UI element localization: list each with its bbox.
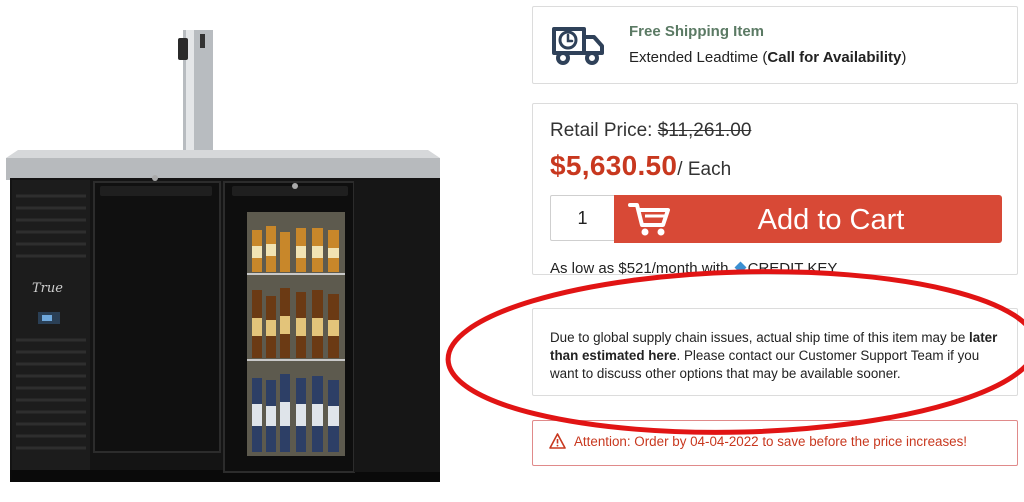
add-to-cart-label: Add to Cart bbox=[757, 204, 905, 236]
quantity-input[interactable] bbox=[550, 195, 614, 241]
price-increase-alert: Attention: Order by 04-04-2022 to save b… bbox=[532, 420, 1018, 466]
shipping-leadtime: Extended Leadtime (Call for Availability… bbox=[629, 49, 907, 66]
credit-key-icon bbox=[734, 261, 747, 274]
retail-price: Retail Price: $11,261.00 bbox=[550, 120, 752, 141]
supply-chain-notice: Due to global supply chain issues, actua… bbox=[532, 308, 1018, 396]
notice-text: Due to global supply chain issues, actua… bbox=[550, 330, 998, 381]
sale-price: $5,630.50 bbox=[550, 150, 678, 181]
price-unit: / Each bbox=[677, 159, 732, 180]
add-to-cart-button[interactable]: Add to Cart bbox=[614, 195, 1002, 243]
brand-logo: True bbox=[32, 281, 63, 296]
shipping-title: Free Shipping Item bbox=[629, 23, 765, 40]
delivery-truck-clock-icon bbox=[552, 27, 604, 65]
product-image[interactable]: True bbox=[0, 0, 450, 502]
retail-price-value: $11,261.00 bbox=[657, 120, 752, 141]
front-vents bbox=[12, 180, 90, 470]
shipping-info-card: Free Shipping Item Extended Leadtime (Ca… bbox=[532, 6, 1018, 84]
price-card: Retail Price: $11,261.00 $5,630.50/ Each… bbox=[532, 103, 1018, 277]
warning-triangle-icon bbox=[549, 433, 566, 449]
credit-key-label: CREDIT KEY bbox=[747, 260, 838, 277]
glass-door bbox=[223, 181, 355, 473]
solid-door bbox=[93, 175, 221, 453]
alert-text: Attention: Order by 04-04-2022 to save b… bbox=[574, 434, 968, 449]
call-for-availability: Call for Availability bbox=[767, 49, 902, 66]
financing-offer[interactable]: As low as $521/month with CREDIT KEY bbox=[550, 260, 837, 277]
sale-price-row: $5,630.50/ Each bbox=[550, 150, 731, 182]
